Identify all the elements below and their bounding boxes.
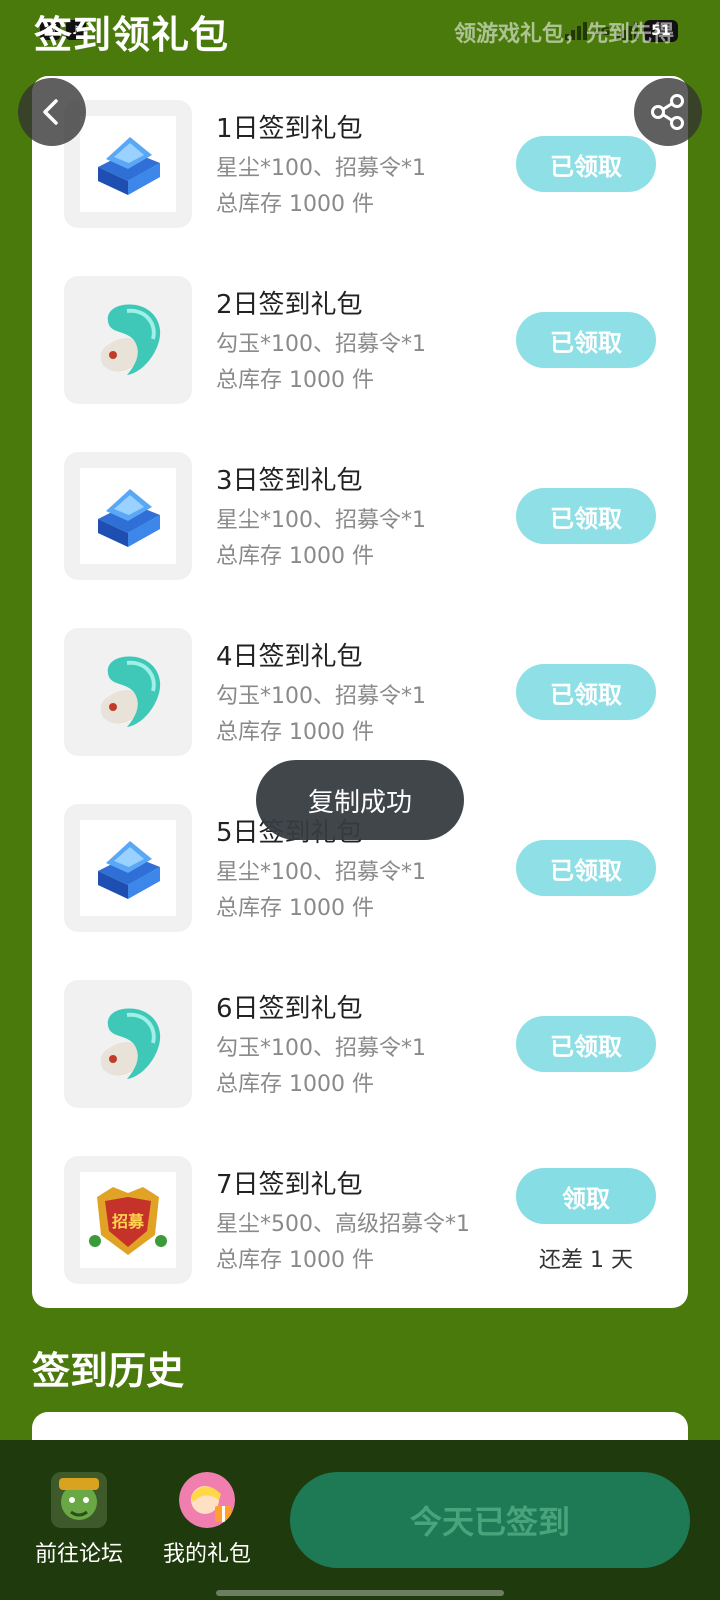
gift-desc: 星尘*100、招募令*1 [216, 860, 426, 885]
chest-icon [98, 841, 160, 899]
claimed-button[interactable]: 已领取 [516, 136, 656, 192]
gift-thumb [64, 452, 192, 580]
gift-title: 7日签到礼包 [216, 1170, 363, 1200]
claimed-button[interactable]: 已领取 [516, 488, 656, 544]
gift-row: 3日签到礼包 星尘*100、招募令*1 总库存 1000 件 已领取 [32, 428, 688, 604]
gift-title: 3日签到礼包 [216, 466, 363, 496]
gift-title: 4日签到礼包 [216, 642, 363, 672]
page-slogan: 领游戏礼包，先到先得 [453, 22, 674, 47]
gift-avatar-icon [179, 1472, 235, 1528]
gift-stock: 总库存 1000 件 [216, 1072, 374, 1097]
gift-desc: 星尘*100、招募令*1 [216, 508, 426, 533]
share-button[interactable] [634, 78, 702, 146]
gift-title: 1日签到礼包 [216, 114, 363, 144]
forum-game-icon [51, 1472, 107, 1528]
gift-row: 6日签到礼包 勾玉*100、招募令*1 总库存 1000 件 已领取 [32, 956, 688, 1132]
gift-stock: 总库存 1000 件 [216, 896, 374, 921]
chest-icon [98, 489, 160, 547]
gift-desc: 星尘*500、高级招募令*1 [216, 1212, 470, 1237]
gift-stock: 总库存 1000 件 [216, 544, 374, 569]
gift-desc: 勾玉*100、招募令*1 [216, 332, 426, 357]
gift-desc: 星尘*100、招募令*1 [216, 156, 426, 181]
magatama-icon [100, 304, 161, 375]
claim-button[interactable]: 领取 [516, 1168, 656, 1224]
checkin-button[interactable]: 今天已签到 [290, 1472, 690, 1568]
gift-stock: 总库存 1000 件 [216, 192, 374, 217]
days-remaining: 还差 1 天 [539, 1248, 633, 1273]
page-title: 签到领礼包 [34, 13, 230, 57]
claimed-button[interactable]: 已领取 [516, 312, 656, 368]
chevron-left-icon [43, 99, 58, 125]
gift-stock: 总库存 1000 件 [216, 1248, 374, 1273]
recruit-token-icon: 招募 [89, 1187, 167, 1255]
history-title: 签到历史 [32, 1349, 185, 1393]
gift-thumb: 招募 [64, 1156, 192, 1284]
gift-title: 2日签到礼包 [216, 290, 363, 320]
gift-stock: 总库存 1000 件 [216, 720, 374, 745]
forum-label: 前往论坛 [34, 1542, 123, 1567]
claimed-button[interactable]: 已领取 [516, 664, 656, 720]
home-indicator[interactable] [216, 1590, 504, 1596]
magatama-icon [100, 1008, 161, 1079]
magatama-icon [100, 656, 161, 727]
gift-thumb [64, 628, 192, 756]
my-gifts-button[interactable]: 我的礼包 [152, 1472, 262, 1568]
bottom-bar: 前往论坛 我的礼包 今天已签到 [0, 1440, 720, 1600]
claimed-button[interactable]: 已领取 [516, 840, 656, 896]
page: ◉ ♪ 4G 51 签到领礼包 领游戏礼包，先到先得 1日签到礼包 星尘*100… [0, 0, 720, 1600]
gift-list: 1日签到礼包 星尘*100、招募令*1 总库存 1000 件 已领取 2日签到礼… [32, 76, 688, 1308]
gift-desc: 勾玉*100、招募令*1 [216, 684, 426, 709]
toast-message: 复制成功 [256, 760, 464, 840]
gift-title: 6日签到礼包 [216, 994, 363, 1024]
gift-thumb [64, 276, 192, 404]
chest-icon [98, 137, 160, 195]
svg-text:招募: 招募 [112, 1212, 145, 1231]
gift-thumb [64, 804, 192, 932]
gift-stock: 总库存 1000 件 [216, 368, 374, 393]
back-button[interactable] [18, 78, 86, 146]
forum-button[interactable]: 前往论坛 [24, 1472, 134, 1568]
share-icon [651, 94, 684, 130]
gift-desc: 勾玉*100、招募令*1 [216, 1036, 426, 1061]
gift-row: 招募 7日签到礼包 星尘*500、高级招募令*1 总库存 1000 件 领取 还… [32, 1132, 688, 1308]
gift-thumb [64, 980, 192, 1108]
gift-row: 2日签到礼包 勾玉*100、招募令*1 总库存 1000 件 已领取 [32, 252, 688, 428]
my-gifts-label: 我的礼包 [162, 1542, 251, 1567]
gift-row: 4日签到礼包 勾玉*100、招募令*1 总库存 1000 件 已领取 [32, 604, 688, 780]
claimed-button[interactable]: 已领取 [516, 1016, 656, 1072]
gift-row: 1日签到礼包 星尘*100、招募令*1 总库存 1000 件 已领取 [32, 76, 688, 252]
